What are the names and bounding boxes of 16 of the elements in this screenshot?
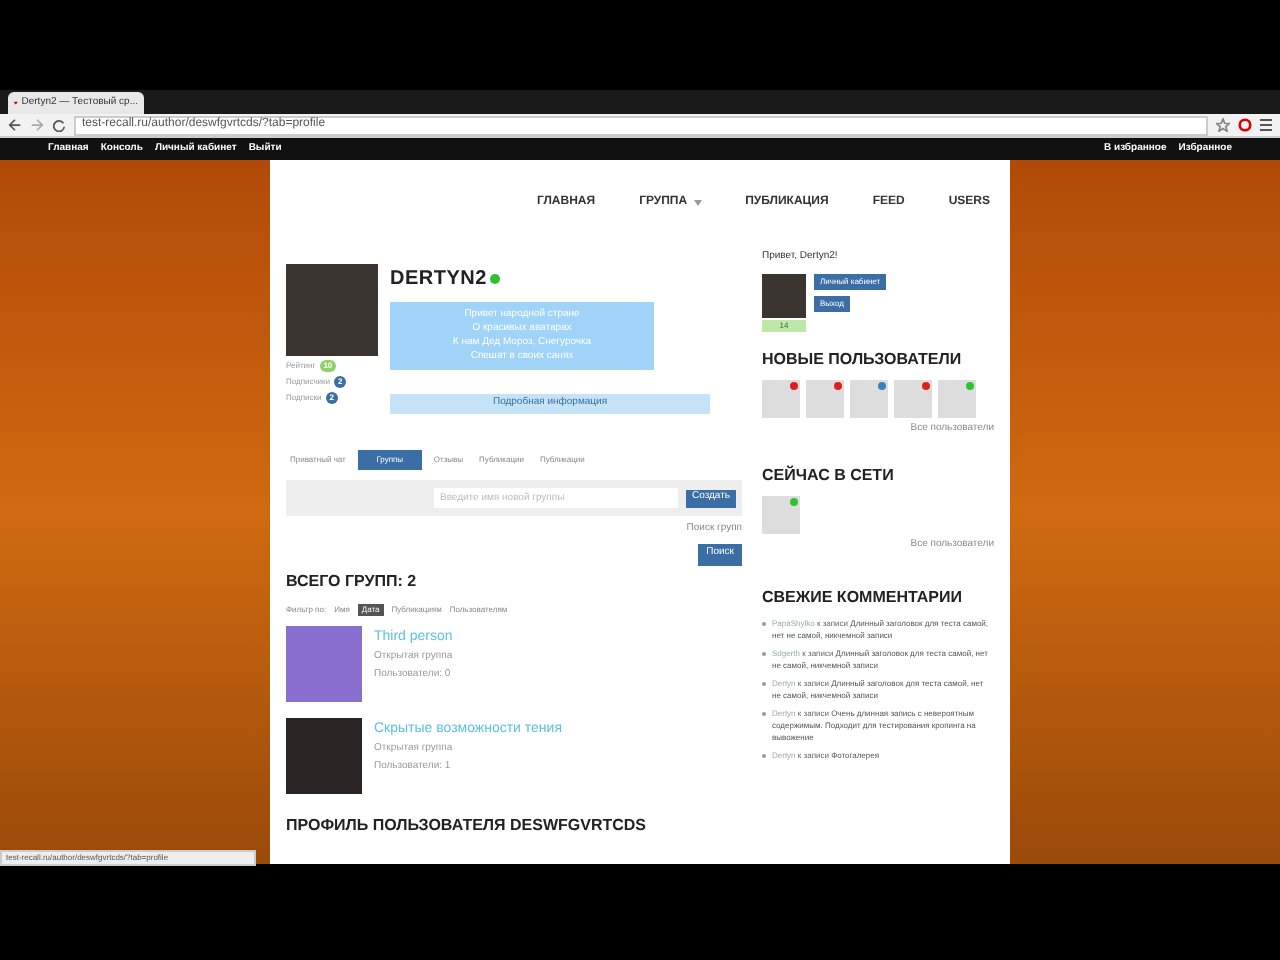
reload-icon[interactable] <box>52 118 66 132</box>
section-heading: СЕЙЧАС В СЕТИ <box>762 464 896 488</box>
profile-name: DERTYN2 <box>390 266 487 294</box>
star-icon[interactable] <box>1216 118 1230 132</box>
avatar-placeholder <box>762 273 806 317</box>
profile-heading: ПРОФИЛЬ ПОЛЬЗОВАТЕЛЯ DESWFGVRTCDS <box>286 813 648 837</box>
photo-placeholder <box>286 717 362 793</box>
avatar-placeholder <box>286 264 378 356</box>
opera-icon[interactable] <box>1238 118 1252 132</box>
section-heading: НОВЫЕ ПОЛЬЗОВАТЕЛИ <box>762 347 964 371</box>
back-icon[interactable] <box>8 118 22 132</box>
menu-icon[interactable] <box>1260 118 1272 132</box>
groups-heading: ВСЕГО ГРУПП: 2 <box>286 569 419 593</box>
caret-icon[interactable] <box>693 200 702 206</box>
photo-placeholder <box>286 625 362 701</box>
section-heading: СВЕЖИЕ КОММЕНТАРИИ <box>762 585 964 609</box>
